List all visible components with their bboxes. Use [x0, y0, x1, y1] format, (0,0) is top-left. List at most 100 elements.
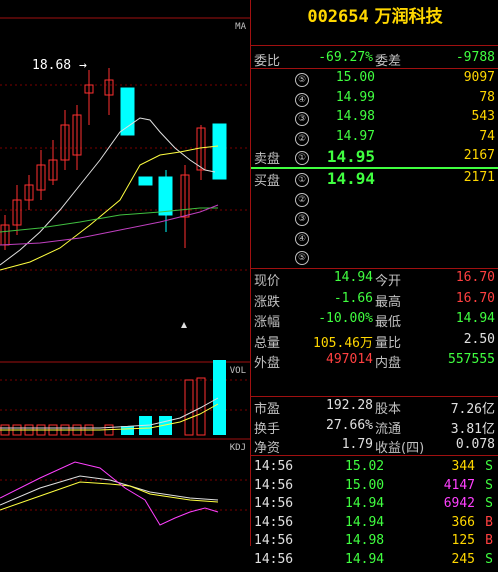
- level-number: ⑤: [295, 73, 309, 87]
- tick-price: 14.94: [345, 551, 385, 567]
- stat-value: -1.66: [333, 290, 373, 306]
- tick-time: 14:56: [254, 477, 294, 493]
- tick-row: 14:56 14.94 366 B: [251, 515, 498, 535]
- tick-volume: 4147: [443, 477, 475, 493]
- stat-value: 2.50: [463, 331, 495, 347]
- level-number: ①: [295, 151, 309, 165]
- stat-row: 涨跌 -1.66 最高 16.70: [251, 291, 498, 311]
- volume-bars: [0, 377, 206, 436]
- tick-row: 14:56 14.94 245 S: [251, 552, 498, 572]
- kdj-label: KDJ: [229, 443, 246, 453]
- tick-time: 14:56: [254, 459, 294, 474]
- tick-side: B: [485, 514, 493, 530]
- stock-code: 002654: [307, 7, 369, 27]
- stat-label: 外盘: [254, 356, 281, 371]
- stat-value: 0.078: [455, 437, 495, 452]
- stat-row: 涨幅 -10.00% 最低 14.94: [251, 311, 498, 331]
- stat-value: 16.70: [455, 270, 495, 285]
- stock-title: 002654 万润科技: [251, 0, 498, 46]
- stat-label: 流通: [375, 421, 402, 437]
- buy-row: ⑤: [251, 248, 498, 268]
- level-number: ⑤: [295, 251, 309, 265]
- tick-price: 14.94: [345, 496, 385, 511]
- kdj-d: [0, 481, 219, 511]
- sell-price: 14.97: [335, 128, 375, 144]
- stat-label: 净资: [254, 441, 281, 456]
- sell-volume: 74: [479, 128, 495, 144]
- tick-side: S: [485, 459, 493, 474]
- stat-row: 外盘 497014 内盘 557555: [251, 352, 498, 372]
- cursor-marker: [181, 322, 187, 328]
- level-number: ②: [295, 192, 309, 207]
- sell-row: ② 14.97 74: [251, 129, 498, 149]
- tick-price: 14.94: [345, 514, 385, 530]
- tick-time: 14:56: [254, 551, 294, 567]
- vol-label: VOL: [229, 366, 246, 376]
- sell-row: 卖盘 ① 14.95 2167: [251, 147, 498, 168]
- sell-price: 14.99: [335, 89, 375, 105]
- tick-volume: 245: [451, 551, 475, 567]
- candles: [0, 68, 206, 250]
- stat-label: 涨跌: [254, 294, 281, 310]
- stat-label: 内盘: [375, 356, 402, 371]
- sell-row: ④ 14.99 78: [251, 90, 498, 110]
- kdj-j: [0, 461, 219, 526]
- tick-volume: 366: [451, 514, 475, 530]
- stat-label: 换手: [254, 421, 281, 437]
- stat-row: 总量 105.46万 量比 2.50: [251, 332, 498, 352]
- stat-row: 现价 14.94 今开 16.70: [251, 270, 498, 290]
- sell-volume: 9097: [463, 70, 495, 85]
- stat-value: -10.00%: [318, 311, 373, 326]
- ma-label: MA: [235, 22, 246, 32]
- stat-label: 今开: [375, 274, 402, 289]
- stat-value: 497014: [326, 352, 373, 367]
- stat-row: 换手 27.66% 流通 3.81亿: [251, 418, 498, 438]
- wei-bi-row: 委比 -69.27% 委差 -9788: [254, 50, 495, 69]
- buy-row: ②: [251, 190, 498, 210]
- level-number: ③: [295, 112, 309, 126]
- stat-label: 涨幅: [254, 315, 281, 330]
- stat-value: 14.94: [333, 270, 373, 285]
- tick-row: 14:56 15.00 4147 S: [251, 478, 498, 498]
- kline-chart[interactable]: [0, 0, 250, 546]
- kline-chart-area[interactable]: MA VOL KDJ 18.68 →: [0, 0, 250, 546]
- level-number: ③: [295, 212, 309, 226]
- stat-value: 192.28: [326, 398, 373, 413]
- tick-row: 14:56 14.94 6942 S: [251, 496, 498, 516]
- stat-label: 最低: [375, 315, 402, 330]
- stat-row: 净资 1.79 收益(四) 0.078: [251, 437, 498, 457]
- sell-volume: 2167: [463, 148, 495, 163]
- stat-label: 市盈: [254, 402, 281, 417]
- sell-row: ③ 14.98 543: [251, 109, 498, 129]
- stat-label: 量比: [375, 335, 402, 351]
- sell-price: 14.95: [326, 147, 375, 166]
- sell-volume: 78: [479, 89, 495, 105]
- stock-name: 万润科技: [374, 7, 443, 27]
- buy-price: 14.94: [326, 169, 375, 188]
- stat-value: 7.26亿: [450, 402, 495, 417]
- sell-price: 15.00: [335, 70, 375, 85]
- sell-volume: 543: [471, 109, 495, 124]
- tick-row: 14:56 15.02 344 S: [251, 459, 498, 479]
- sell-row: ⑤ 15.00 9097: [251, 70, 498, 90]
- buy-label: 买盘: [254, 174, 281, 189]
- tick-price: 15.02: [345, 459, 385, 474]
- tick-time: 14:56: [254, 514, 294, 530]
- tick-volume: 6942: [443, 496, 475, 511]
- stat-label: 最高: [375, 294, 402, 310]
- stat-value: 105.46万: [313, 335, 373, 351]
- stat-label: 收益(四): [375, 441, 425, 456]
- stat-value: 14.94: [455, 311, 495, 326]
- buy-row: ④: [251, 229, 498, 249]
- tick-side: S: [485, 551, 493, 567]
- tick-side: S: [485, 496, 493, 511]
- buy-volume: 2171: [463, 170, 495, 185]
- stat-value: 3.81亿: [450, 421, 495, 437]
- buy-row: 买盘 ① 14.94 2171: [251, 169, 498, 190]
- stat-value: 16.70: [455, 290, 495, 306]
- stat-value: 1.79: [341, 437, 373, 452]
- tick-volume: 344: [451, 459, 475, 474]
- stat-label: 股本: [375, 402, 402, 417]
- buy-row: ③: [251, 209, 498, 229]
- sell-price: 14.98: [335, 109, 375, 124]
